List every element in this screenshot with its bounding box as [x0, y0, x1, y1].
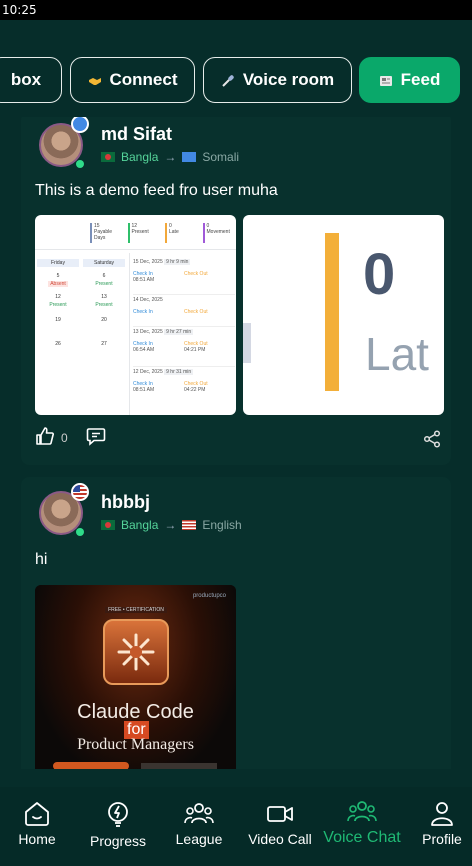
post-image-zoom[interactable]: 0 Lat [243, 215, 444, 415]
post-text: hi [35, 551, 48, 568]
promo-brand: productupco [192, 593, 226, 599]
promo-subtitle: Product Managers [77, 736, 194, 753]
voice-chat-icon [347, 801, 377, 822]
tab-label: box [10, 70, 42, 89]
bottom-navigation: Home Progress League Video Call Voice Ch… [0, 787, 472, 866]
nav-voice-chat[interactable]: Voice Chat [320, 799, 404, 847]
post-actions: 0 [35, 426, 106, 449]
arrow-right-icon: → [164, 518, 177, 532]
feed-post: hbbbj Bangla → English hi productupco FR… [21, 477, 451, 769]
online-indicator [76, 528, 84, 536]
microphone-icon [221, 73, 235, 87]
nav-home[interactable]: Home [14, 801, 60, 847]
feed-post: md Sifat Bangla → Somali This is a demo … [21, 117, 451, 465]
league-group-icon [184, 803, 214, 824]
lang-from: Bangla [121, 518, 159, 532]
tab-voice-room[interactable]: Voice room [203, 57, 352, 103]
video-camera-icon [267, 806, 293, 822]
somalia-flag-icon [182, 152, 197, 162]
nav-league[interactable]: League [172, 801, 226, 847]
tab-inbox[interactable]: box [0, 57, 62, 103]
nav-label: Voice Chat [323, 829, 401, 846]
nav-label: Profile [422, 831, 462, 847]
online-indicator [76, 160, 84, 168]
language-pair: Bangla → Somali [101, 150, 239, 164]
app-screen: box Connect Voice room Feed md Sifat Ban… [0, 20, 472, 866]
nav-label: Video Call [248, 831, 312, 847]
post-username[interactable]: md Sifat [101, 124, 172, 145]
like-icon[interactable] [35, 426, 55, 449]
home-icon [25, 802, 49, 826]
nav-profile[interactable]: Profile [418, 801, 466, 847]
handshake-icon [88, 73, 102, 87]
us-flag-badge [71, 483, 89, 501]
arrow-right-icon: → [164, 150, 177, 164]
tab-connect[interactable]: Connect [70, 57, 195, 103]
attendance-calendar: Friday Saturday 56 Absent Present 12 13 Pr… [37, 259, 125, 347]
post-username[interactable]: hbbbj [101, 492, 150, 513]
post-image-promo[interactable]: productupco FREE • CERTIFICATION Claude … [35, 585, 236, 769]
feed-list[interactable]: md Sifat Bangla → Somali This is a demo … [21, 117, 451, 769]
post-image-attendance[interactable]: 15 Payable Days 12 Present 0 Late 0 Movement… [35, 215, 236, 415]
nav-label: League [175, 831, 223, 847]
post-text: This is a demo feed fro user muha [35, 182, 278, 199]
nav-label: Home [18, 831, 56, 847]
tab-label: Feed [400, 70, 441, 89]
nav-video-call[interactable]: Video Call [246, 801, 314, 847]
us-flag-icon [182, 520, 197, 530]
language-pair: Bangla → English [101, 518, 242, 532]
like-count: 0 [61, 430, 68, 445]
attendance-entries: 15 Dec, 2025 9 hr 9 min Check In 08:51 AM… [133, 259, 235, 407]
lang-to: Somali [202, 150, 240, 164]
top-tabs: box Connect Voice room Feed [0, 57, 472, 103]
share-icon[interactable] [423, 430, 441, 453]
lang-from: Bangla [121, 150, 159, 164]
comment-icon[interactable] [86, 426, 106, 449]
progress-bolt-icon [108, 802, 128, 827]
promo-tag: FREE • CERTIFICATION [105, 607, 167, 613]
status-bar: 10:25 [0, 0, 472, 20]
profile-icon [431, 802, 453, 826]
tab-feed[interactable]: Feed [359, 57, 460, 103]
bangladesh-flag-icon [101, 152, 115, 162]
nav-label: Progress [89, 833, 147, 849]
newspaper-icon [379, 73, 393, 87]
bangladesh-flag-icon [101, 520, 115, 530]
attendance-stats: 15 Payable Days 12 Present 0 Late 0 Movement [90, 223, 236, 243]
tab-label: Connect [109, 70, 178, 89]
promo-logo [103, 619, 169, 685]
somali-flag-badge [71, 117, 89, 133]
nav-progress[interactable]: Progress [86, 801, 150, 849]
status-time: 10:25 [2, 3, 37, 17]
tab-label: Voice room [242, 70, 335, 89]
lang-to: English [202, 518, 242, 532]
